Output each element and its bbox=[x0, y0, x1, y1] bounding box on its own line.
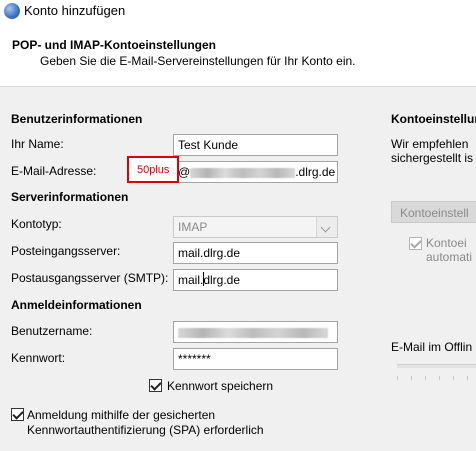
incoming-server-label: Posteingangsserver: bbox=[11, 244, 121, 258]
checkmark-icon bbox=[149, 379, 162, 392]
text-cursor bbox=[203, 272, 204, 286]
annotation-text: 50plus bbox=[137, 164, 170, 176]
recommend-text-line2: sichergestellt is bbox=[391, 151, 474, 165]
server-info-heading: Serverinformationen bbox=[11, 190, 129, 204]
header-title: POP- und IMAP-Kontoeinstellungen bbox=[12, 38, 216, 52]
account-type-value: IMAP bbox=[178, 220, 208, 234]
email-suffix: .dlrg.de bbox=[295, 165, 336, 179]
header-subtitle: Geben Sie die E-Mail-Servereinstellungen… bbox=[40, 54, 356, 68]
recommend-text-line1: Wir empfehlen bbox=[391, 137, 469, 151]
dialog-header: POP- und IMAP-Kontoeinstellungen Geben S… bbox=[0, 26, 476, 87]
auto-test-label-line1: Kontoei bbox=[426, 236, 467, 250]
login-info-heading: Anmeldeinformationen bbox=[11, 298, 142, 312]
username-redacted bbox=[178, 327, 328, 338]
checkmark-icon bbox=[11, 408, 24, 421]
window-title: Konto hinzufügen bbox=[24, 3, 126, 18]
username-label: Benutzername: bbox=[11, 324, 93, 338]
account-type-label: Kontotyp: bbox=[11, 217, 62, 231]
chevron-down-icon bbox=[316, 217, 337, 237]
incoming-server-input[interactable]: mail.dlrg.de bbox=[173, 242, 338, 264]
name-label: Ihr Name: bbox=[11, 137, 64, 151]
offline-mail-label: E-Mail im Offlin bbox=[391, 340, 473, 354]
title-bar: Konto hinzufügen bbox=[0, 0, 476, 26]
email-label: E-Mail-Adresse: bbox=[11, 164, 97, 178]
email-input[interactable]: @ .dlrg.de bbox=[173, 161, 338, 183]
email-redacted bbox=[190, 167, 296, 178]
account-type-select: IMAP bbox=[173, 216, 338, 238]
auto-test-label-line2: automati bbox=[426, 250, 473, 264]
offline-slider-ticks bbox=[397, 376, 476, 380]
outgoing-server-label: Postausgangsserver (SMTP): bbox=[11, 271, 169, 285]
test-account-settings-button[interactable]: Kontoeinstell bbox=[391, 201, 476, 223]
outgoing-server-input[interactable]: mail.dlrg.de bbox=[173, 269, 338, 291]
remember-password-label: Kennwort speichern bbox=[167, 379, 274, 393]
checkmark-icon bbox=[409, 237, 422, 250]
password-label: Kennwort: bbox=[11, 351, 66, 365]
user-info-heading: Benutzerinformationen bbox=[11, 112, 143, 126]
outlook-app-icon bbox=[4, 3, 20, 19]
spa-label-line2: Kennwortauthentifizierung (SPA) erforder… bbox=[27, 423, 264, 437]
name-input[interactable]: Test Kunde bbox=[173, 134, 338, 156]
offline-slider-track[interactable] bbox=[397, 364, 476, 368]
email-prefix: @ bbox=[178, 165, 191, 179]
account-settings-heading: Kontoeinstellun bbox=[391, 112, 476, 126]
username-input[interactable] bbox=[173, 321, 338, 343]
spa-label-line1: Anmeldung mithilfe der gesicherten bbox=[27, 408, 216, 422]
password-input[interactable]: ******* bbox=[173, 348, 338, 370]
annotation-box: 50plus bbox=[127, 156, 179, 183]
